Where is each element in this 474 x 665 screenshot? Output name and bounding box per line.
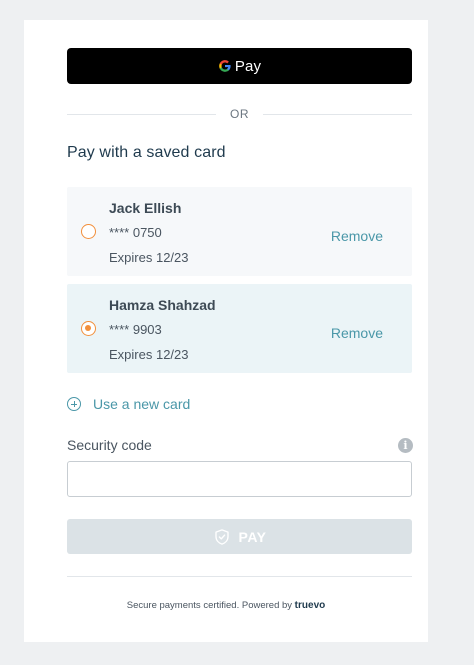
google-pay-label: Pay: [234, 57, 262, 75]
remove-card-button[interactable]: Remove: [331, 228, 383, 244]
shield-check-icon: [214, 528, 229, 545]
google-pay-button[interactable]: Pay: [67, 48, 412, 84]
use-new-card-label: Use a new card: [93, 396, 191, 412]
pay-label: PAY: [238, 528, 267, 545]
use-new-card-link[interactable]: Use a new card: [67, 396, 190, 412]
cardholder-name: Jack Ellish: [109, 200, 182, 216]
card-expiry: Expires 12/23: [109, 347, 189, 362]
saved-card-title: Pay with a saved card: [67, 144, 226, 161]
brand-logo: truevo: [294, 600, 326, 611]
pay-button[interactable]: PAY: [67, 519, 412, 554]
divider-line-right: [263, 113, 412, 115]
or-divider: OR: [67, 106, 412, 122]
saved-card[interactable]: Jack Ellish **** 0750 Expires 12/23 Remo…: [67, 187, 412, 276]
card-expiry: Expires 12/23: [109, 250, 189, 265]
card-radio-selected[interactable]: [81, 321, 96, 336]
saved-card-selected[interactable]: Hamza Shahzad **** 9903 Expires 12/23 Re…: [67, 284, 412, 373]
info-icon[interactable]: i: [398, 438, 413, 453]
footer: Secure payments certified. Powered by tr…: [24, 600, 428, 611]
or-text: OR: [230, 107, 249, 121]
card-number: **** 0750: [109, 225, 162, 240]
security-code-label: Security code: [67, 437, 152, 453]
payment-panel: Pay OR Pay with a saved card Jack Ellish…: [24, 20, 428, 642]
security-code-input[interactable]: [67, 461, 412, 497]
divider-line-left: [67, 113, 216, 115]
card-number: **** 9903: [109, 322, 162, 337]
footer-text: Secure payments certified. Powered by: [126, 600, 293, 611]
cardholder-name: Hamza Shahzad: [109, 297, 216, 313]
plus-circle-icon: [67, 397, 81, 411]
remove-card-button[interactable]: Remove: [331, 325, 383, 341]
card-radio[interactable]: [81, 224, 96, 239]
google-g-icon: [219, 60, 231, 72]
footer-divider: [67, 576, 412, 577]
